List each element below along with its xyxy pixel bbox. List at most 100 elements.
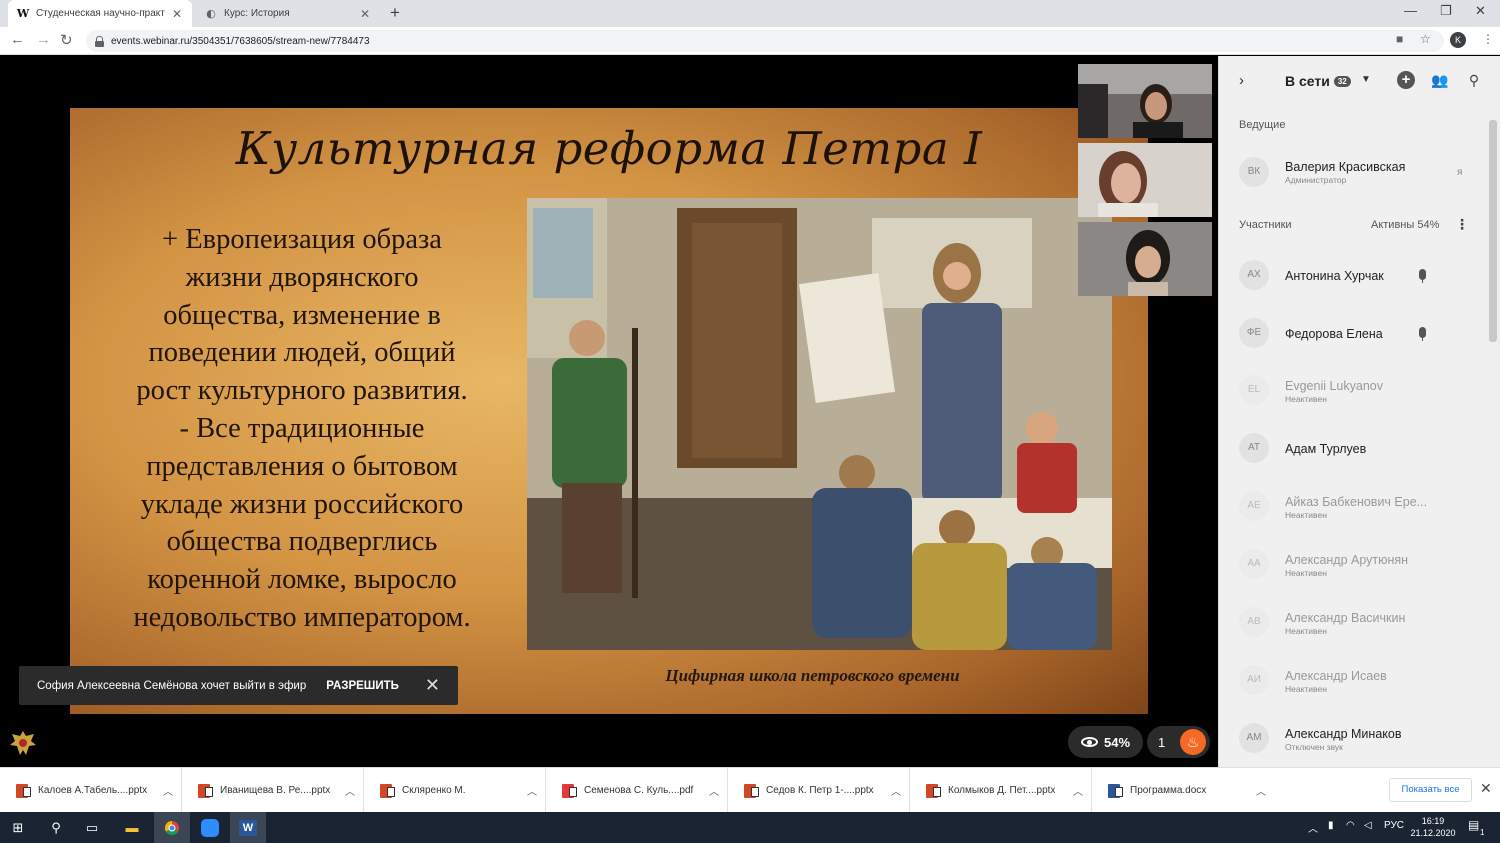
download-item[interactable]: Колмыков Д. Пет....pptx ︿ xyxy=(910,768,1092,813)
minimize-icon[interactable]: — xyxy=(1404,3,1417,18)
flame-icon[interactable]: ♨ xyxy=(1180,729,1206,755)
person-name: Федорова Елена xyxy=(1285,327,1383,341)
download-name: Калоев А.Табель....pptx xyxy=(38,785,148,796)
tab-title: Студенческая научно-практ xyxy=(36,8,165,19)
person-name: Александр Минаков xyxy=(1285,727,1402,741)
mic-icon[interactable] xyxy=(1419,269,1426,283)
chevron-up-icon[interactable]: ︿ xyxy=(519,783,545,798)
participant-item[interactable]: АВ Александр Васичкин Неактивен xyxy=(1219,598,1489,648)
new-tab-icon[interactable]: + xyxy=(390,3,400,23)
download-item[interactable]: Скляренко М. ︿ xyxy=(364,768,546,813)
slide-line: общества, изменение в xyxy=(163,299,441,331)
download-item[interactable]: Калоев А.Табель....pptx ︿ xyxy=(0,768,182,813)
participant-item[interactable]: АИ Александр Исаев Неактивен xyxy=(1219,656,1489,706)
powerpoint-file-icon xyxy=(380,783,395,798)
chrome-icon[interactable] xyxy=(154,812,190,843)
avatar: АВ xyxy=(1239,607,1269,637)
allow-button[interactable]: РАЗРЕШИТЬ xyxy=(326,680,399,692)
chevron-right-icon[interactable]: › xyxy=(1239,72,1244,89)
notifications-icon[interactable]: ▤ xyxy=(1468,818,1479,832)
more-icon[interactable]: ⋮ xyxy=(1455,216,1469,233)
camera-tile[interactable] xyxy=(1078,222,1212,296)
tray-mic-icon[interactable]: ▮ xyxy=(1328,820,1334,831)
person-name: Александр Исаев xyxy=(1285,669,1387,683)
person-name: Валерия Красивская xyxy=(1285,160,1406,174)
windows-start-icon[interactable]: ⊞ xyxy=(0,812,36,843)
close-icon[interactable]: ✕ xyxy=(358,7,372,21)
participant-item[interactable]: ФЕ Федорова Елена xyxy=(1219,309,1489,359)
camera-feed xyxy=(1078,64,1212,138)
download-item[interactable]: Седов К. Петр 1-....pptx ︿ xyxy=(728,768,910,813)
eye-icon xyxy=(1080,737,1098,747)
slide: Культурная реформа Петра I + Европеизаци… xyxy=(70,108,1148,714)
browser-tab-strip: W Студенческая научно-практ ✕ ◐ Курс: Ис… xyxy=(0,0,1500,27)
search-icon[interactable]: ⚲ xyxy=(1465,71,1483,89)
word-logo-icon: W xyxy=(239,819,257,836)
tray-chevron-up-icon[interactable]: ︿ xyxy=(1308,820,1318,835)
camera-icon[interactable]: ■ xyxy=(1396,32,1403,46)
camera-tile[interactable] xyxy=(1078,143,1212,217)
back-icon[interactable]: ← xyxy=(10,31,25,48)
participant-item[interactable]: АЕ Айказ Бабкенович Ере... Неактивен xyxy=(1219,482,1489,532)
chevron-up-icon[interactable]: ︿ xyxy=(1065,783,1091,798)
reactions-stat[interactable]: 1 ♨ xyxy=(1147,726,1210,758)
viewers-stat[interactable]: 54% xyxy=(1068,726,1143,758)
word-icon[interactable]: W xyxy=(230,812,266,843)
caret-down-icon[interactable]: ▼ xyxy=(1361,74,1371,85)
download-item[interactable]: Семенова С. Куль....pdf ︿ xyxy=(546,768,728,813)
participant-item[interactable]: АТ Адам Турлуев xyxy=(1219,424,1489,474)
slide-caption: Цифирная школа петровского времени xyxy=(665,666,960,685)
zoom-icon[interactable] xyxy=(192,812,228,843)
restore-icon[interactable]: ❐ xyxy=(1440,3,1452,19)
wifi-icon[interactable]: ◠ xyxy=(1346,820,1355,831)
url-field[interactable]: events.webinar.ru/3504351/7638605/stream… xyxy=(86,30,1444,52)
download-name: Седов К. Петр 1-....pptx xyxy=(766,785,874,796)
star-icon[interactable]: ☆ xyxy=(1420,32,1431,46)
menu-icon[interactable]: ⋮ xyxy=(1482,32,1494,46)
tab-webinar[interactable]: W Студенческая научно-практ ✕ xyxy=(8,0,192,27)
show-all-button[interactable]: Показать все xyxy=(1389,778,1472,802)
task-view-icon[interactable]: ▭ xyxy=(74,812,110,843)
tab-course[interactable]: ◐ Курс: История ✕ xyxy=(196,0,380,27)
host-item[interactable]: ВК Валерия Красивская Администратор я xyxy=(1219,148,1489,198)
participant-item[interactable]: EL Evgenii Lukyanov Неактивен xyxy=(1219,366,1489,416)
online-label: В сети xyxy=(1285,73,1330,89)
close-icon[interactable]: ✕ xyxy=(425,675,440,696)
chrome-logo-icon xyxy=(164,820,179,835)
lock-icon xyxy=(94,35,105,47)
avatar: EL xyxy=(1239,375,1269,405)
chevron-up-icon[interactable]: ︿ xyxy=(155,783,181,798)
reload-icon[interactable]: ↻ xyxy=(60,31,73,49)
search-icon[interactable]: ⚲ xyxy=(38,812,74,843)
window-close-icon[interactable]: ✕ xyxy=(1475,3,1486,19)
chevron-up-icon[interactable]: ︿ xyxy=(1248,783,1274,798)
avatar: АТ xyxy=(1239,433,1269,463)
forward-icon[interactable]: → xyxy=(36,31,51,48)
mic-icon[interactable] xyxy=(1419,327,1426,341)
chevron-up-icon[interactable]: ︿ xyxy=(701,783,727,798)
camera-tile[interactable] xyxy=(1078,64,1212,138)
download-item[interactable]: Программа.docx ︿ xyxy=(1092,768,1274,813)
profile-avatar[interactable]: K xyxy=(1450,32,1466,48)
close-icon[interactable]: ✕ xyxy=(1480,780,1492,797)
add-icon[interactable]: + xyxy=(1397,71,1415,89)
volume-icon[interactable]: ◁ xyxy=(1364,820,1372,831)
avatar: ВК xyxy=(1239,157,1269,187)
participants-label: Участники xyxy=(1239,219,1292,231)
download-item[interactable]: Иванищева В. Ре....pptx ︿ xyxy=(182,768,364,813)
file-explorer-icon[interactable]: ▬ xyxy=(114,812,150,843)
clock[interactable]: 16:19 21.12.2020 xyxy=(1408,815,1458,839)
language-indicator[interactable]: РУС xyxy=(1384,820,1404,831)
participant-item[interactable]: АХ Антонина Хурчак xyxy=(1219,251,1489,301)
chevron-up-icon[interactable]: ︿ xyxy=(883,783,909,798)
chevron-up-icon[interactable]: ︿ xyxy=(337,783,363,798)
download-name: Скляренко М. xyxy=(402,785,466,796)
online-count-badge: 32 xyxy=(1333,76,1351,87)
online-title[interactable]: В сети 32 xyxy=(1285,73,1351,89)
sidebar-scrollbar[interactable] xyxy=(1489,120,1497,342)
participant-item[interactable]: АМ Александр Минаков Отключен звук xyxy=(1219,714,1489,764)
close-icon[interactable]: ✕ xyxy=(170,7,184,21)
participant-item[interactable]: АА Александр Арутюнян Неактивен xyxy=(1219,540,1489,590)
slide-title: Культурная реформа Петра I xyxy=(235,122,983,175)
people-icon[interactable]: 👥 xyxy=(1431,71,1449,89)
